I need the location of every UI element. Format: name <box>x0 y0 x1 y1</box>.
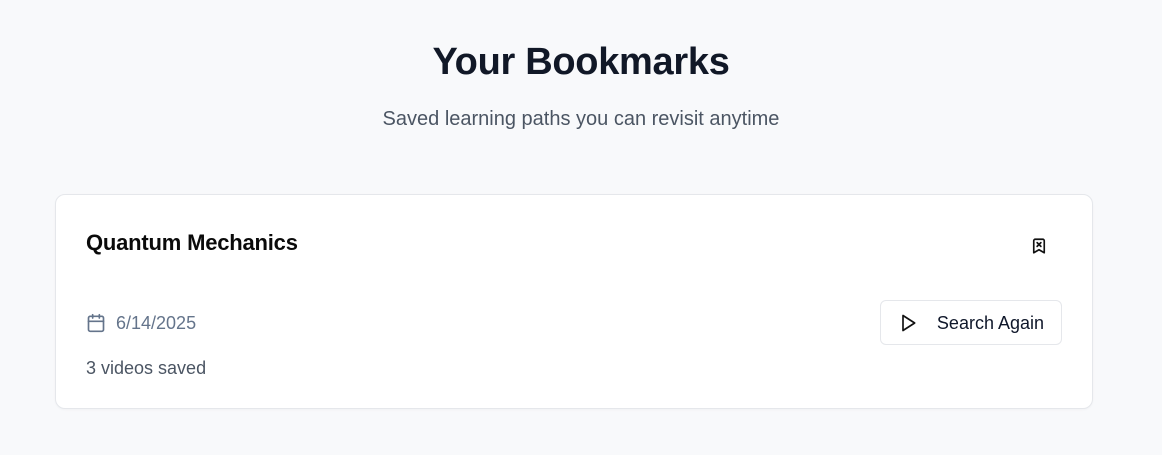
remove-bookmark-button[interactable] <box>1024 231 1054 261</box>
bookmark-date: 6/14/2025 <box>116 313 197 333</box>
bookmark-date-row: 6/14/2025 <box>86 311 196 335</box>
bookmark-title: Quantum Mechanics <box>86 230 298 255</box>
search-again-button[interactable]: Search Again <box>879 300 1062 345</box>
play-icon <box>898 313 918 333</box>
videos-saved-count: 3 videos saved <box>86 358 207 378</box>
search-again-label: Search Again <box>936 312 1044 333</box>
bookmark-x-icon <box>1032 238 1046 254</box>
page-subtitle: Saved learning paths you can revisit any… <box>382 108 780 130</box>
calendar-icon <box>86 313 106 333</box>
page-title: Your Bookmarks <box>432 41 730 83</box>
bookmark-card: Quantum Mechanics 6/14/2025 3 videos sav… <box>55 194 1093 409</box>
